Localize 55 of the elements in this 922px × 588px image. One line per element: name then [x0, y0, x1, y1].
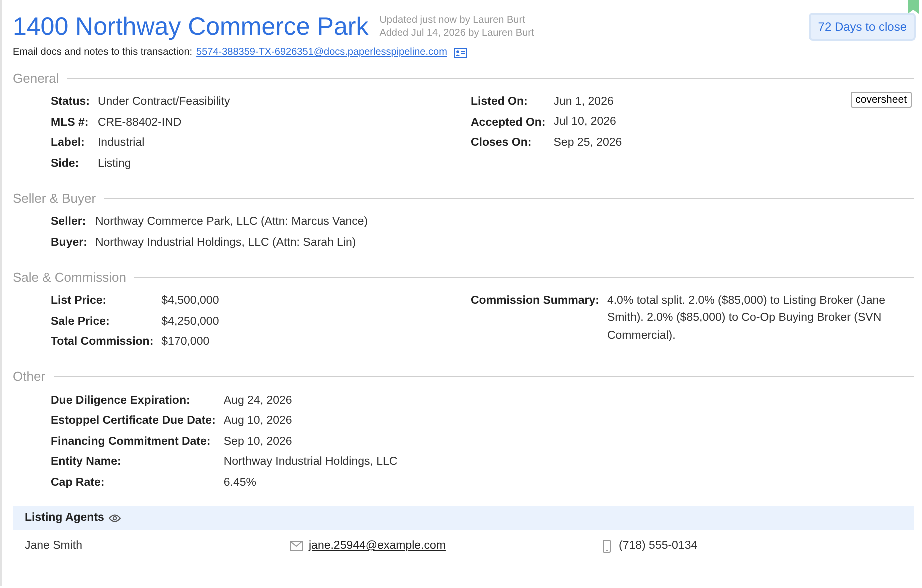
field-label: Closes On:: [471, 136, 532, 151]
contact-card-icon[interactable]: [454, 48, 468, 58]
field-value: Northway Commerce Park, LLC (Attn: Marcus Vance): [95, 215, 368, 230]
agent-email-link[interactable]: jane.25944@example.com: [309, 540, 446, 552]
field-value: Listing: [98, 156, 132, 172]
agent-name: Jane Smith: [25, 540, 84, 552]
envelope-icon: [290, 541, 303, 551]
field-label: Entity Name:: [51, 455, 122, 470]
field-value: Sep 10, 2026: [224, 434, 292, 450]
field-value: CRE-88402-IND: [98, 116, 182, 130]
field-label: Financing Commitment Date:: [51, 434, 211, 450]
added-note: Added Jul 14, 2026 by Lauren Burt: [380, 27, 534, 40]
field-value: $4,500,000: [162, 294, 220, 309]
days-to-close-badge[interactable]: 72 Days to close: [809, 13, 916, 41]
field-value: Industrial: [98, 136, 145, 151]
field-label: Status:: [51, 95, 90, 110]
field-value: 4.0% total split. 2.0% ($85,000) to Listing Broker (Jane Smith). 2.0% ($85,000) to Co-Op Buying Broker (SVN Commercial).: [607, 294, 887, 344]
field-value: 6.45%: [224, 476, 256, 490]
field-label: Seller:: [51, 215, 86, 230]
field-label: Buyer:: [51, 236, 88, 250]
email-link[interactable]: 5574-388359-TX-6926351@docs.paperlesspipeline.com: [196, 47, 448, 58]
field-label: Commission Summary:: [471, 294, 600, 309]
field-value: Northway Industrial Holdings, LLC: [224, 455, 398, 470]
field-value: Jun 1, 2026: [554, 94, 614, 110]
field-value: Jul 10, 2026: [554, 115, 616, 130]
field-label: Label:: [51, 136, 85, 151]
agent-phone: (718) 555-0134: [619, 540, 698, 552]
field-label: Accepted On:: [471, 116, 546, 130]
section-heading: Sale & Commission: [13, 270, 126, 284]
panel-title: Listing Agents: [25, 512, 104, 524]
field-value: Under Contract/Feasibility: [98, 95, 230, 110]
field-label: List Price:: [51, 294, 107, 309]
field-value: Aug 10, 2026: [224, 414, 292, 429]
updated-note: Updated just now by Lauren Burt: [380, 14, 526, 27]
eye-icon[interactable]: [109, 514, 122, 522]
section-heading: Other: [13, 369, 46, 384]
field-label: Estoppel Certificate Due Date:: [51, 414, 216, 429]
field-label: Cap Rate:: [51, 476, 105, 490]
field-label: Sale Price:: [51, 314, 110, 330]
field-value: $4,250,000: [162, 314, 220, 330]
phone-icon: [603, 540, 611, 552]
field-label: Listed On:: [471, 95, 528, 110]
email-prompt: Email docs and notes to this transaction:: [13, 47, 193, 58]
field-value: Northway Industrial Holdings, LLC (Attn: Sarah Lin): [95, 236, 356, 250]
field-label: MLS #:: [51, 116, 89, 130]
section-heading: Seller & Buyer: [13, 190, 96, 206]
coversheet-button[interactable]: coversheet: [850, 92, 912, 108]
page-title: 1400 Northway Commerce Park: [13, 12, 369, 43]
field-value: $170,000: [162, 335, 210, 350]
field-label: Total Commission:: [51, 335, 154, 350]
field-value: Aug 24, 2026: [224, 394, 292, 408]
field-label: Side:: [51, 156, 80, 172]
field-label: Due Diligence Expiration:: [51, 394, 190, 408]
section-heading: General: [13, 70, 60, 86]
field-value: Sep 25, 2026: [554, 136, 622, 150]
